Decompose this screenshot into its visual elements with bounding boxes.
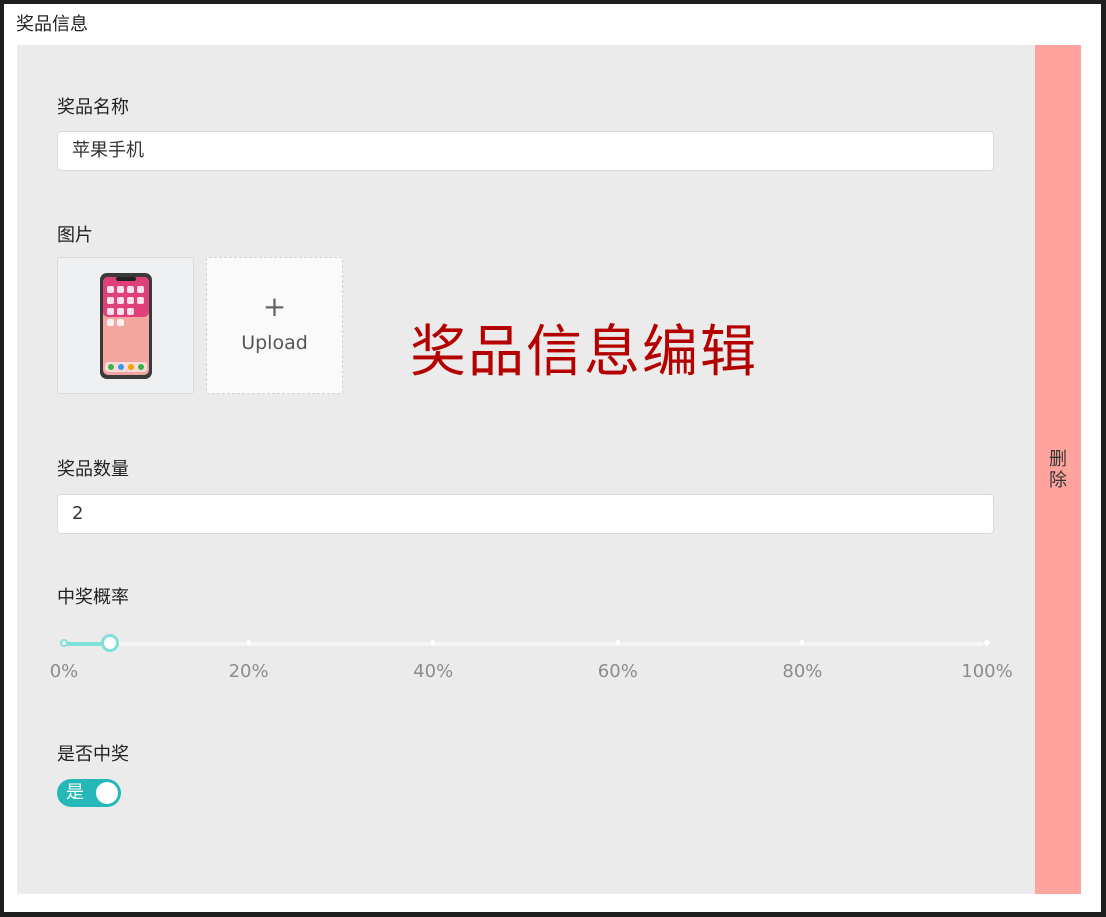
slider-mark-label: 100% — [961, 661, 1013, 682]
probability-slider[interactable] — [60, 634, 991, 652]
slider-mark-label: 60% — [597, 661, 638, 682]
toggle-label: 是 — [66, 782, 84, 803]
phone-image — [100, 273, 152, 379]
slider-mark-label: 20% — [228, 661, 269, 682]
overlay-caption: 奖品信息编辑 — [410, 320, 758, 385]
probability-label: 中奖概率 — [57, 587, 129, 608]
upload-label: Upload — [241, 332, 308, 354]
win-label: 是否中奖 — [57, 744, 129, 765]
delete-button[interactable]: 删除 — [1035, 45, 1081, 894]
slider-mark-label: 0% — [49, 661, 79, 682]
slider-dot[interactable] — [798, 639, 807, 647]
quantity-input[interactable]: 2 — [57, 494, 994, 534]
slider-dot[interactable] — [613, 639, 622, 647]
slider-dot[interactable] — [983, 639, 991, 647]
slider-mark-label: 80% — [782, 661, 823, 682]
quantity-label: 奖品数量 — [57, 459, 129, 480]
prize-form-panel: 奖品名称 苹果手机 图片 + Upload 奖品信息编辑 奖品数量 2 中奖概率… — [17, 45, 1035, 894]
prize-info-window: 奖品信息 奖品名称 苹果手机 图片 + Upload 奖品信息编辑 奖品数量 2… — [4, 4, 1101, 912]
image-label: 图片 — [57, 225, 93, 246]
prize-name-input[interactable]: 苹果手机 — [57, 131, 994, 171]
prize-image-thumbnail[interactable] — [57, 257, 194, 394]
delete-label: 删除 — [1049, 449, 1067, 491]
slider-mark-label: 40% — [413, 661, 454, 682]
section-title: 奖品信息 — [16, 14, 88, 35]
slider-dot[interactable] — [244, 639, 253, 647]
slider-handle[interactable] — [101, 634, 120, 652]
upload-button[interactable]: + Upload — [206, 257, 343, 394]
prize-name-label: 奖品名称 — [57, 97, 129, 118]
slider-dot[interactable] — [60, 639, 68, 647]
slider-dot[interactable] — [429, 639, 438, 647]
toggle-knob — [96, 782, 118, 804]
plus-icon: + — [262, 290, 287, 323]
win-toggle[interactable]: 是 — [57, 779, 121, 807]
